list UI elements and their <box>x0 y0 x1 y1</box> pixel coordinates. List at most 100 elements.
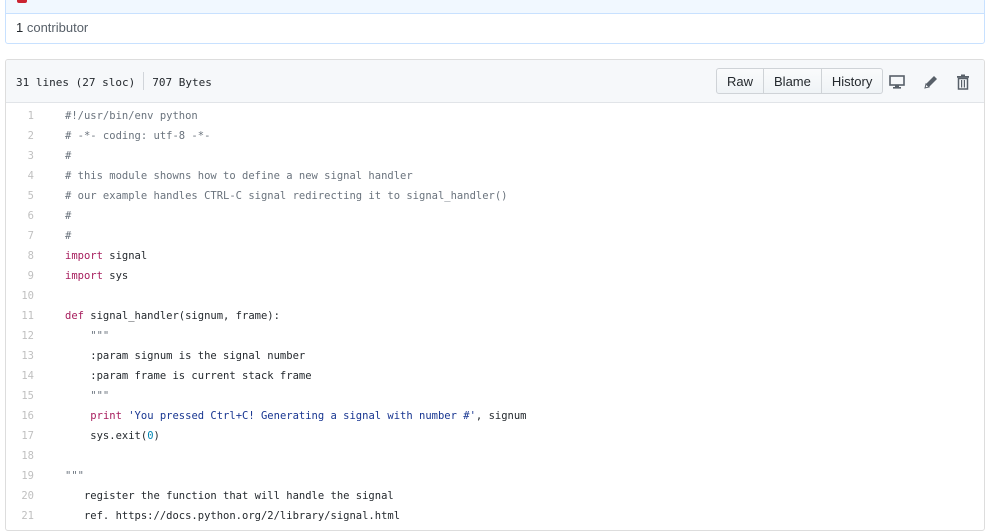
code-line: 3 # <box>6 146 984 166</box>
line-number[interactable]: 3 <box>6 146 50 166</box>
line-number[interactable]: 7 <box>6 226 50 246</box>
line-content: import sys <box>50 266 128 286</box>
code-token: # <box>65 210 72 222</box>
code-token: :param frame is current stack frame <box>65 370 312 382</box>
line-content: # -*- coding: utf-8 -*- <box>50 126 210 146</box>
code-token: :param signum is the signal number <box>65 350 306 362</box>
code-line: 9 import sys <box>6 266 984 286</box>
code-token: # <box>65 150 72 162</box>
desktop-icon[interactable] <box>888 73 906 91</box>
code-line: 15 """ <box>6 386 984 406</box>
code-line: 18 <box>6 446 984 466</box>
file-info-divider <box>143 72 145 90</box>
file-info: 31 lines (27 sloc) 707 Bytes <box>16 72 212 92</box>
code-line: 12 """ <box>6 326 984 346</box>
code-line: 8 import signal <box>6 246 984 266</box>
code-line: 7 # <box>6 226 984 246</box>
code-token: import <box>65 250 103 262</box>
code-token: sys <box>102 270 129 282</box>
code-line: 17 sys.exit(0) <box>6 426 984 446</box>
line-number[interactable]: 21 <box>6 506 50 526</box>
code-token: print <box>90 410 122 422</box>
code-token: sys.exit( <box>65 430 148 442</box>
line-content: sys.exit(0) <box>50 426 160 446</box>
code-line: 2 # -*- coding: utf-8 -*- <box>6 126 984 146</box>
commit-tease: 1 contributor <box>5 0 985 44</box>
code-token: register the function that will handle t… <box>65 490 394 502</box>
code-token: """ <box>65 330 110 342</box>
code-token: 'You pressed Ctrl+C! Generating a signal… <box>128 410 476 422</box>
line-content <box>50 446 65 466</box>
code-line: 1 #!/usr/bin/env python <box>6 106 984 126</box>
line-content: ref. https://docs.python.org/2/library/s… <box>50 506 400 526</box>
code-token: # -*- coding: utf-8 -*- <box>65 130 211 142</box>
line-number[interactable]: 1 <box>6 106 50 126</box>
code-token: , signum <box>475 410 527 422</box>
history-button[interactable]: History <box>821 68 884 94</box>
line-content: :param signum is the signal number <box>50 346 305 366</box>
line-content: # <box>50 226 71 246</box>
code-token: ref. https://docs.python.org/2/library/s… <box>65 510 401 522</box>
code-token: # our example handles CTRL-C signal redi… <box>65 190 508 202</box>
trash-icon[interactable] <box>954 73 972 91</box>
line-content: """ <box>50 466 84 486</box>
line-content: import signal <box>50 246 147 266</box>
code-token: def <box>65 310 84 322</box>
contributors-summary[interactable]: 1 contributor <box>6 14 984 43</box>
line-number[interactable]: 18 <box>6 446 50 466</box>
code-token: #!/usr/bin/env python <box>65 110 198 122</box>
line-number[interactable]: 20 <box>6 486 50 506</box>
line-content: """ <box>50 386 109 406</box>
code-token: # this module showns how to define a new… <box>65 170 413 182</box>
line-content: # this module showns how to define a new… <box>50 166 413 186</box>
line-content: # <box>50 206 71 226</box>
author-avatar[interactable] <box>17 0 27 3</box>
line-number[interactable]: 4 <box>6 166 50 186</box>
line-number[interactable]: 5 <box>6 186 50 206</box>
code-token: ) <box>153 430 160 442</box>
line-number[interactable]: 6 <box>6 206 50 226</box>
line-number[interactable]: 13 <box>6 346 50 366</box>
code-line: 16 print 'You pressed Ctrl+C! Generating… <box>6 406 984 426</box>
line-content: :param frame is current stack frame <box>50 366 312 386</box>
code-token: signal_handler(signum, frame): <box>83 310 280 322</box>
latest-commit-bar <box>6 0 984 14</box>
line-number[interactable]: 9 <box>6 266 50 286</box>
line-number[interactable]: 8 <box>6 246 50 266</box>
code-line: 21 ref. https://docs.python.org/2/librar… <box>6 506 984 526</box>
line-number[interactable]: 10 <box>6 286 50 306</box>
code-line: 13 :param signum is the signal number <box>6 346 984 366</box>
file-lines-count: 31 lines (27 sloc) <box>16 76 136 89</box>
code-token: import <box>65 270 103 282</box>
line-number[interactable]: 12 <box>6 326 50 346</box>
file-header: 31 lines (27 sloc) 707 Bytes Raw Blame Hi… <box>6 60 984 103</box>
line-content: """ <box>50 326 109 346</box>
code-body: 1 #!/usr/bin/env python 2 # -*- coding: utf… <box>6 103 984 526</box>
code-token: """ <box>65 390 110 402</box>
code-token: """ <box>65 470 84 482</box>
code-line: 6 # <box>6 206 984 226</box>
line-number[interactable]: 15 <box>6 386 50 406</box>
line-content: #!/usr/bin/env python <box>50 106 198 126</box>
line-content: def signal_handler(signum, frame): <box>50 306 280 326</box>
code-line: 20 register the function that will handl… <box>6 486 984 506</box>
line-number[interactable]: 17 <box>6 426 50 446</box>
line-number[interactable]: 2 <box>6 126 50 146</box>
code-line: 11 def signal_handler(signum, frame): <box>6 306 984 326</box>
blame-button[interactable]: Blame <box>764 68 822 94</box>
line-number[interactable]: 11 <box>6 306 50 326</box>
line-content: # <box>50 146 71 166</box>
pencil-icon[interactable] <box>922 73 940 91</box>
code-token: # <box>65 230 72 242</box>
raw-button[interactable]: Raw <box>716 68 765 94</box>
contributor-label: contributor <box>23 20 89 35</box>
line-content: # our example handles CTRL-C signal redi… <box>50 186 508 206</box>
code-line: 10 <box>6 286 984 306</box>
line-content <box>50 286 65 306</box>
code-line: 4 # this module showns how to define a ne… <box>6 166 984 186</box>
line-number[interactable]: 16 <box>6 406 50 426</box>
line-number[interactable]: 19 <box>6 466 50 486</box>
line-number[interactable]: 14 <box>6 366 50 386</box>
line-content: register the function that will handle t… <box>50 486 394 506</box>
